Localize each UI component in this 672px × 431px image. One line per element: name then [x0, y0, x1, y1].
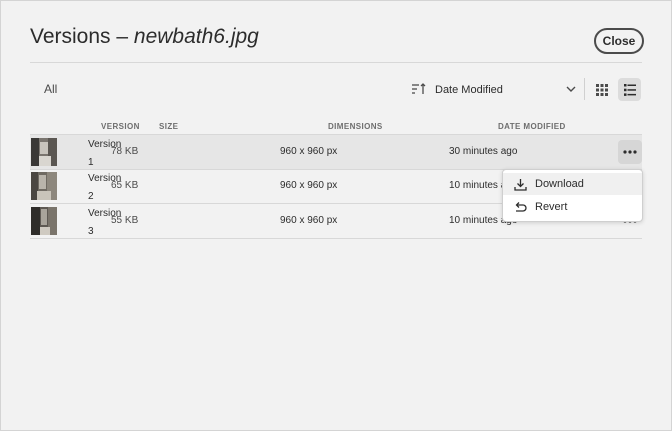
menu-item-label: Revert [535, 201, 568, 213]
column-header-dimensions[interactable]: DIMENSIONS [328, 122, 383, 131]
versions-dialog: Versions – newbath6.jpg Close All Date M… [0, 0, 672, 431]
column-header-size[interactable]: SIZE [159, 122, 178, 131]
version-number: 3 [88, 226, 94, 237]
list-view-button[interactable] [618, 78, 641, 101]
version-dimensions: 960 x 960 px [280, 215, 338, 226]
table-row[interactable]: Version 1 78 KB 960 x 960 px 30 minutes … [30, 134, 642, 170]
grid-view-icon [595, 83, 608, 96]
more-actions-button[interactable] [618, 140, 642, 164]
menu-item-label: Download [535, 178, 584, 190]
chevron-down-icon[interactable] [566, 85, 576, 93]
version-thumbnail [31, 138, 57, 166]
version-date: 30 minutes ago [449, 146, 518, 157]
close-button[interactable]: Close [594, 28, 644, 54]
version-number: 1 [88, 157, 94, 168]
menu-item-revert[interactable]: Revert [503, 196, 642, 218]
version-thumbnail [31, 207, 57, 235]
revert-icon [513, 200, 527, 214]
sort-descending-icon[interactable] [412, 83, 426, 95]
sort-dropdown-label[interactable]: Date Modified [435, 84, 503, 96]
title-divider [30, 62, 642, 63]
menu-item-download[interactable]: Download [503, 173, 642, 195]
list-view-icon [623, 83, 636, 96]
column-header-version[interactable]: VERSION [101, 122, 140, 131]
dialog-title: Versions – newbath6.jpg [30, 25, 259, 49]
grid-view-button[interactable] [590, 78, 613, 101]
version-dimensions: 960 x 960 px [280, 180, 338, 191]
column-header-date-modified[interactable]: DATE MODIFIED [498, 122, 566, 131]
version-size: 78 KB [111, 146, 139, 157]
version-dimensions: 960 x 960 px [280, 146, 338, 157]
version-number: 2 [88, 191, 94, 202]
toolbar-divider [584, 78, 585, 100]
version-size: 55 KB [111, 215, 139, 226]
version-size: 65 KB [111, 180, 139, 191]
version-thumbnail [31, 172, 57, 200]
more-icon [623, 150, 637, 154]
dialog-title-filename: newbath6.jpg [133, 25, 259, 48]
filter-all-button[interactable]: All [44, 82, 57, 96]
download-icon [513, 177, 527, 191]
version-context-menu: Download Revert [502, 169, 643, 222]
dialog-title-prefix: Versions – [30, 25, 134, 48]
